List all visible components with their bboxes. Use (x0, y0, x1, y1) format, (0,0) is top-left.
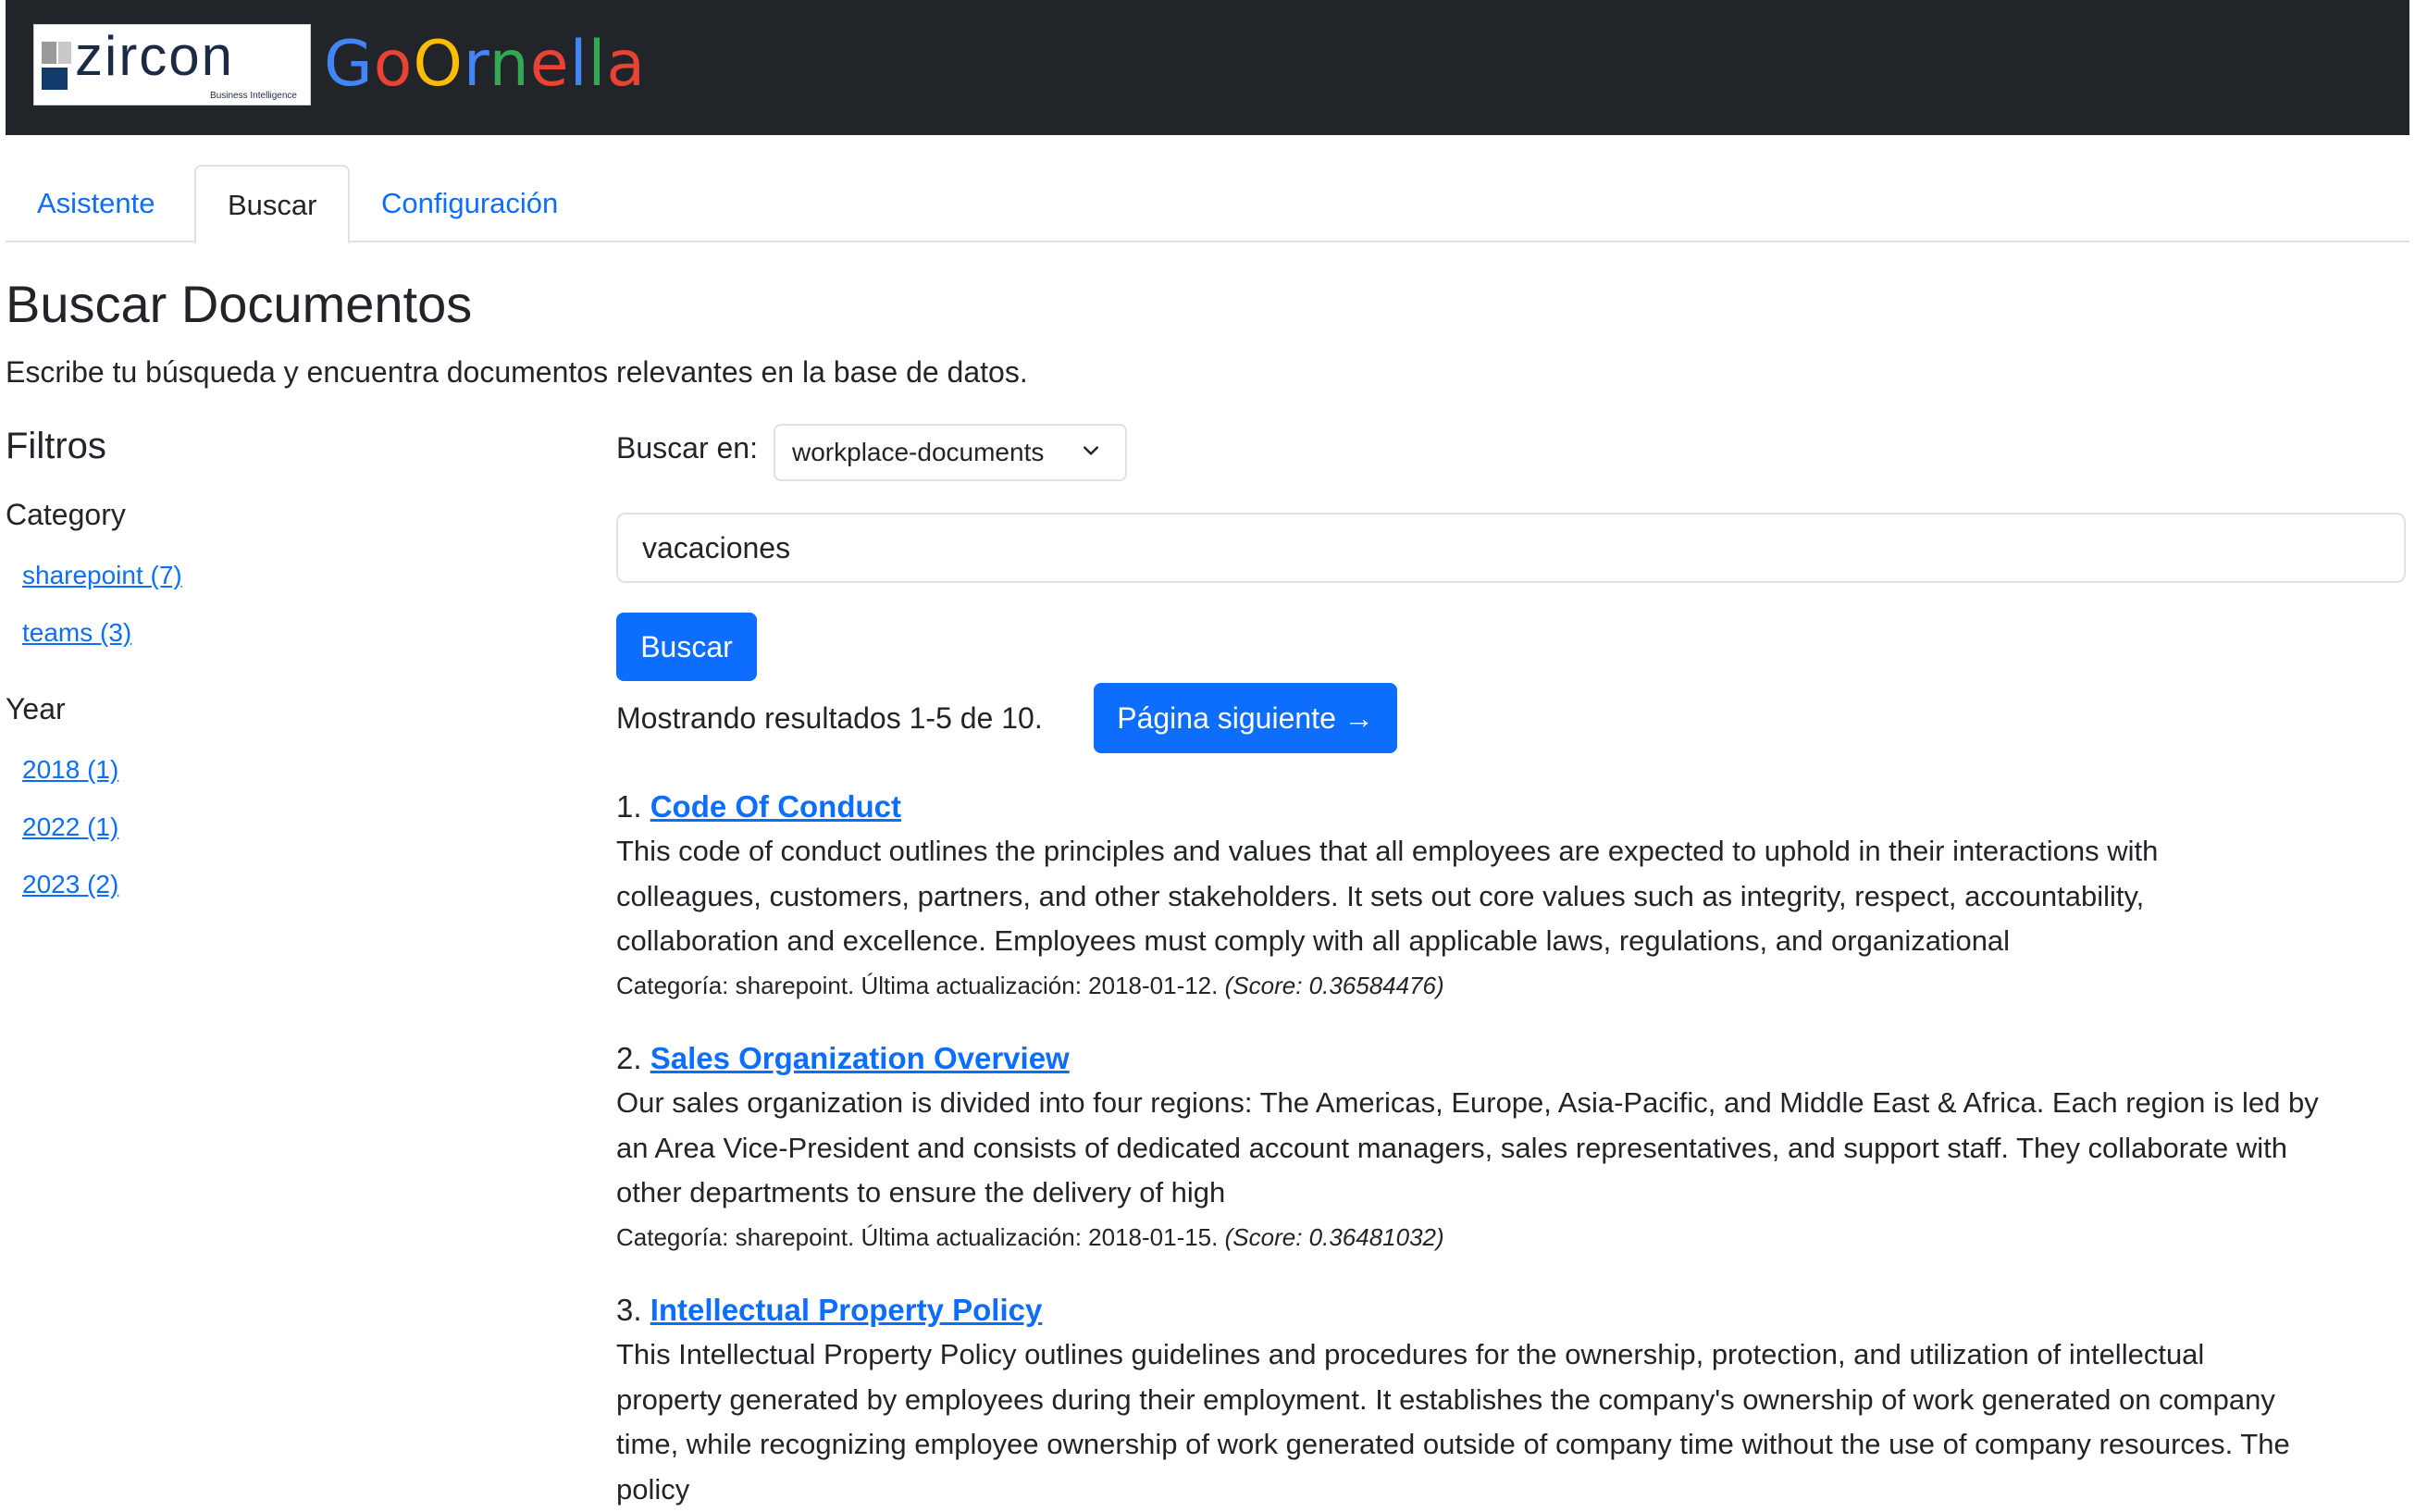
top-navbar: zircon Business Intelligence GoOrnella (6, 0, 2409, 135)
brand-letter: l (570, 28, 588, 101)
result-number: 3. (616, 1293, 642, 1327)
result-heading: 3. Intellectual Property Policy (616, 1288, 2402, 1332)
filter-link-2023[interactable]: 2023 (2) (22, 870, 118, 899)
tab-asistente[interactable]: Asistente (6, 165, 187, 242)
filter-group-year-title: Year (6, 692, 66, 726)
brand-letter: o (374, 28, 414, 101)
result-item: 1. Code Of Conduct This code of conduct … (616, 785, 2402, 1007)
logo-squares-icon (42, 42, 73, 90)
brand-letter: r (464, 28, 489, 101)
result-snippet-line: collaboration and excellence. Employees … (616, 919, 2402, 964)
app-brand-title: GoOrnella (324, 28, 646, 102)
filter-link-2018[interactable]: 2018 (1) (22, 755, 118, 785)
filter-link-teams[interactable]: teams (3) (22, 618, 131, 648)
page-description: Escribe tu búsqueda y encuentra document… (6, 355, 1028, 390)
result-meta-text: Categoría: sharepoint. Última actualizac… (616, 972, 1218, 999)
tab-buscar[interactable]: Buscar (194, 165, 350, 244)
brand-letter: a (606, 28, 646, 101)
result-meta-text: Categoría: sharepoint. Última actualizac… (616, 1223, 1218, 1251)
result-score: (Score: 0.36481032) (1225, 1223, 1444, 1251)
result-snippet-line: This code of conduct outlines the princi… (616, 829, 2402, 874)
result-meta: Categoría: sharepoint. Última actualizac… (616, 1216, 2402, 1258)
filter-link-sharepoint[interactable]: sharepoint (7) (22, 561, 182, 590)
index-select-value: workplace-documents (792, 438, 1044, 466)
result-heading: 1. Code Of Conduct (616, 785, 2402, 829)
tab-configuracion[interactable]: Configuración (350, 165, 589, 242)
brand-letter: n (489, 28, 530, 101)
result-score: (Score: 0.36584476) (1225, 972, 1444, 999)
result-snippet-line: colleagues, customers, partners, and oth… (616, 874, 2402, 920)
result-meta: Categoría: sharepoint. Última actualizac… (616, 964, 2402, 1007)
brand-letter: O (413, 28, 464, 101)
brand-letter: l (588, 28, 606, 101)
result-snippet-line: time, while recognizing employee ownersh… (616, 1422, 2402, 1468)
result-snippet-line: property generated by employees during t… (616, 1378, 2402, 1423)
result-number: 1. (616, 789, 642, 824)
buscar-en-label: Buscar en: (616, 431, 758, 465)
result-snippet: This code of conduct outlines the princi… (616, 829, 2402, 964)
filter-link-2022[interactable]: 2022 (1) (22, 812, 118, 842)
logo-wordmark: zircon (75, 27, 234, 86)
logo-tagline: Business Intelligence (210, 91, 297, 101)
results-count-text: Mostrando resultados 1-5 de 10. (616, 701, 1043, 736)
result-snippet-line: policy (616, 1468, 2402, 1512)
result-snippet: This Intellectual Property Policy outlin… (616, 1332, 2402, 1512)
result-heading: 2. Sales Organization Overview (616, 1036, 2402, 1081)
result-snippet-line: Our sales organization is divided into f… (616, 1081, 2402, 1126)
search-button[interactable]: Buscar (616, 613, 757, 681)
result-snippet-line: This Intellectual Property Policy outlin… (616, 1332, 2402, 1378)
chevron-down-icon (1083, 442, 1099, 459)
next-page-button[interactable]: Página siguiente → (1094, 683, 1397, 753)
result-title-link[interactable]: Sales Organization Overview (650, 1041, 1070, 1075)
result-item: 2. Sales Organization Overview Our sales… (616, 1036, 2402, 1258)
filter-group-category-title: Category (6, 498, 126, 532)
result-item: 3. Intellectual Property Policy This Int… (616, 1288, 2402, 1512)
result-snippet-line: an Area Vice-President and consists of d… (616, 1126, 2402, 1171)
result-snippet: Our sales organization is divided into f… (616, 1081, 2402, 1216)
zircon-logo: zircon Business Intelligence (33, 24, 311, 105)
main-tabs: Asistente Buscar Configuración (6, 165, 2409, 242)
search-input[interactable] (616, 513, 2406, 583)
filters-title: Filtros (6, 426, 106, 467)
result-title-link[interactable]: Intellectual Property Policy (650, 1293, 1043, 1327)
result-number: 2. (616, 1041, 642, 1075)
page-title: Buscar Documentos (6, 274, 472, 334)
brand-letter: G (324, 28, 374, 101)
result-snippet-line: other departments to ensure the delivery… (616, 1171, 2402, 1216)
brand-letter: e (530, 28, 570, 101)
result-title-link[interactable]: Code Of Conduct (650, 789, 901, 824)
index-select[interactable]: workplace-documents (774, 424, 1127, 481)
